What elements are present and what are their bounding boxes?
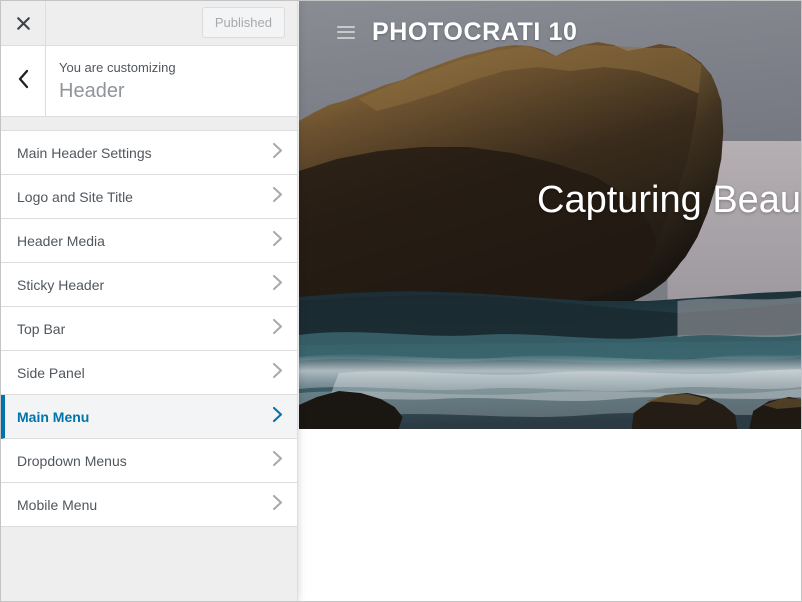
panel-separator [1,117,297,131]
hamburger-menu-icon[interactable] [337,25,355,39]
sidebar-item-label: Dropdown Menus [17,452,127,469]
sidebar-item-label: Main Header Settings [17,144,152,161]
close-customizer-button[interactable] [1,1,46,45]
hero-banner: PHOTOCRATI 10 Capturing Beaut [299,1,801,429]
chevron-right-icon [272,318,283,340]
section-list: Main Header Settings Logo and Site Title H… [1,131,297,601]
sidebar-item-main-menu[interactable]: Main Menu [1,395,297,439]
panel-eyebrow: You are customizing [59,60,176,75]
sidebar-item-label: Logo and Site Title [17,188,133,205]
chevron-right-icon [272,186,283,208]
back-to-panels-button[interactable] [1,46,46,116]
site-preview: PHOTOCRATI 10 Capturing Beaut [299,1,801,601]
chevron-right-icon [272,450,283,472]
sidebar-item-label: Main Menu [17,408,90,425]
panel-header: You are customizing Header [1,46,297,117]
page-title: Header [59,80,125,102]
customizer-window: Published You are customizing Header Mai… [0,0,802,602]
sidebar-item-label: Sticky Header [17,276,105,293]
sidebar-item-sticky-header[interactable]: Sticky Header [1,263,297,307]
sidebar-item-logo-and-site-title[interactable]: Logo and Site Title [1,175,297,219]
sidebar-item-header-media[interactable]: Header Media [1,219,297,263]
sidebar-item-label: Header Media [17,232,105,249]
close-icon [15,15,32,32]
page-content-area [299,429,801,601]
sidebar-item-mobile-menu[interactable]: Mobile Menu [1,483,297,527]
customizer-topbar: Published [1,1,297,46]
chevron-right-icon [272,142,283,164]
chevron-right-icon [272,230,283,252]
sidebar-item-dropdown-menus[interactable]: Dropdown Menus [1,439,297,483]
publish-button[interactable]: Published [201,7,285,38]
chevron-right-icon [272,362,283,384]
hero-headline: Capturing Beaut [537,179,801,221]
sidebar-item-top-bar[interactable]: Top Bar [1,307,297,351]
site-title[interactable]: PHOTOCRATI 10 [372,18,578,47]
chevron-left-icon [17,69,30,94]
sidebar-item-label: Mobile Menu [17,496,98,513]
chevron-right-icon [272,494,283,516]
panel-title-group: You are customizing Header [59,46,287,116]
site-header: PHOTOCRATI 10 [299,1,801,63]
sidebar-item-main-header-settings[interactable]: Main Header Settings [1,131,297,175]
sidebar-item-label: Side Panel [17,364,85,381]
chevron-right-icon [272,274,283,296]
customizer-sidebar: Published You are customizing Header Mai… [1,1,298,601]
sidebar-item-label: Top Bar [17,320,66,337]
sidebar-item-side-panel[interactable]: Side Panel [1,351,297,395]
chevron-right-icon [272,406,283,428]
